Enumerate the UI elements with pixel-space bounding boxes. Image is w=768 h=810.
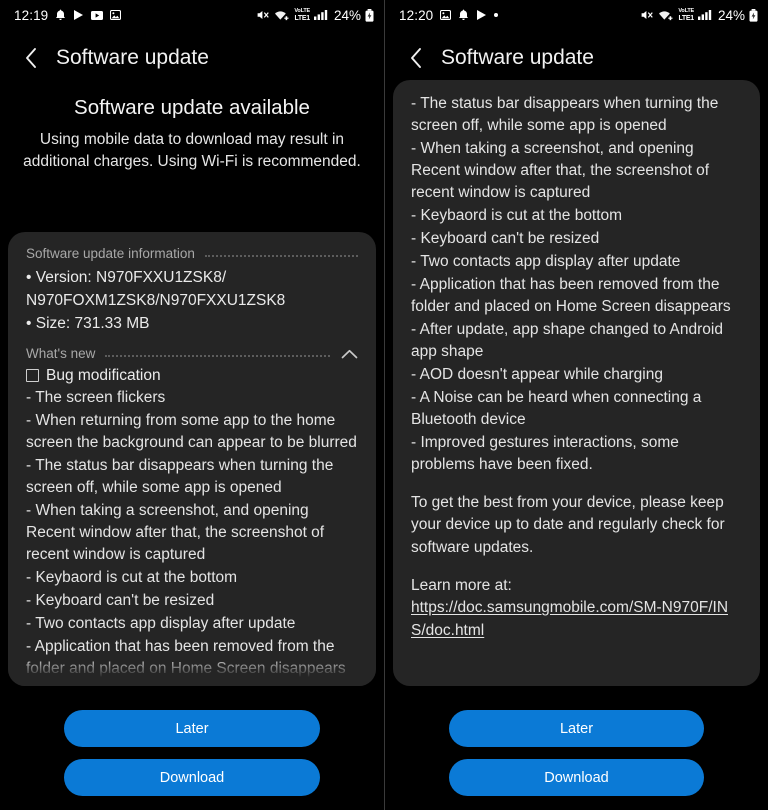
hero-section: Software update available Using mobile d… <box>0 96 384 173</box>
dual-screenshot-container: 12:19 VoLTE LTE1 24% Software update Sof… <box>0 0 768 810</box>
lte1-label: LTE1 <box>678 14 694 22</box>
wifi-icon <box>274 9 289 21</box>
page-title: Software update <box>441 46 594 69</box>
info-line: • Size: 731.33 MB <box>26 315 150 333</box>
back-button[interactable] <box>399 41 433 75</box>
chevron-up-icon <box>341 349 358 359</box>
closing-paragraph: To get the best from your device, please… <box>411 494 725 556</box>
dot-icon <box>494 13 499 17</box>
status-bar-clock: 12:20 <box>399 7 434 23</box>
changelog-item: - After update, app shape changed to And… <box>411 321 723 360</box>
mute-icon <box>640 9 654 21</box>
software-update-information-header: Software update information <box>26 246 358 261</box>
changelog-item: - Application that has been removed from… <box>411 276 731 315</box>
status-bar-left-group: 12:20 <box>399 8 640 23</box>
changelog-item: - Improved gestures interactions, some p… <box>411 434 679 473</box>
chevron-left-icon <box>26 48 36 68</box>
whats-new-header[interactable]: What's new <box>26 346 358 361</box>
mute-icon <box>256 9 270 21</box>
update-details-card: Software update information • Version: N… <box>8 232 376 686</box>
hero-subtitle: Using mobile data to download may result… <box>23 131 361 170</box>
changelog-item: - When returning from some app to the ho… <box>26 412 357 452</box>
battery-charging-icon <box>365 8 374 22</box>
info-line: • Version: N970FXXU1ZSK8/ <box>26 269 227 286</box>
changelog-item: - Keyboard can't be resized <box>411 230 600 247</box>
changelog-item: - Two contacts app display after update <box>26 615 296 633</box>
changelog-item: - A Noise can be heard when connecting a… <box>411 389 702 428</box>
lte1-label: LTE1 <box>294 14 310 22</box>
bug-modification-row: Bug modification <box>26 365 358 386</box>
changelog-item: - Keybaord is cut at the bottom <box>411 207 623 224</box>
later-button[interactable]: Later <box>449 710 704 747</box>
checkbox-icon <box>26 369 39 383</box>
volte-lte1-icon: VoLTE LTE1 <box>294 7 310 22</box>
changelog-item: - The screen flickers <box>26 389 166 407</box>
wifi-icon <box>658 9 673 21</box>
volte-lte1-icon: VoLTE LTE1 <box>678 7 694 22</box>
dotted-divider <box>105 354 330 357</box>
image-icon <box>440 10 452 20</box>
dotted-divider <box>204 254 358 257</box>
learn-more-link[interactable]: https://doc.samsungmobile.com/SM-N970F/I… <box>411 599 728 638</box>
learn-more-block: Learn more at: https://doc.samsungmobile… <box>411 575 742 642</box>
status-bar-clock: 12:19 <box>14 7 49 23</box>
video-icon <box>91 10 104 20</box>
play-store-icon <box>476 9 487 21</box>
collapse-toggle[interactable] <box>340 349 358 359</box>
changelog-item: - Keybaord is cut at the bottom <box>26 569 238 587</box>
status-bar-left: 12:19 VoLTE LTE1 24% <box>0 0 384 30</box>
changelog-item: - AOD doesn't appear while charging <box>411 366 663 383</box>
changelog-item: - The status bar disappears when turning… <box>411 95 719 134</box>
hero-title: Software update available <box>74 96 310 119</box>
play-store-icon <box>73 9 84 21</box>
chevron-left-icon <box>411 48 421 68</box>
phone-screen-right: 12:20 VoLTE LTE1 24% Software update - T… <box>384 0 768 810</box>
status-bar-left-group: 12:19 <box>14 8 256 23</box>
action-buttons-left: Later Download <box>0 710 384 796</box>
whats-new-label: What's new <box>26 346 96 362</box>
learn-more-label: Learn more at: <box>411 576 512 594</box>
app-bar-left: Software update <box>0 30 384 86</box>
changelog-item: - Two contacts app display after update <box>411 253 681 270</box>
download-button[interactable]: Download <box>64 759 320 796</box>
volte-label: VoLTE <box>678 7 694 14</box>
info-line: N970FOXM1ZSK8/N970FXXU1ZSK8 <box>26 292 286 310</box>
status-bar-right-group: VoLTE LTE1 24% <box>256 8 374 23</box>
app-bar-right: Software update <box>385 30 768 86</box>
battery-percent-label: 24% <box>717 7 745 23</box>
bell-icon <box>458 9 469 21</box>
update-details-card: - The status bar disappears when turning… <box>393 80 760 686</box>
phone-screen-left: 12:19 VoLTE LTE1 24% Software update Sof… <box>0 0 384 810</box>
back-button[interactable] <box>14 41 48 75</box>
action-buttons-right: Later Download <box>385 710 768 796</box>
battery-percent-label: 24% <box>333 7 361 23</box>
volte-label: VoLTE <box>294 7 310 14</box>
changelog-item: - Application that has been removed from… <box>26 638 346 678</box>
status-bar-right-group: VoLTE LTE1 24% <box>640 8 758 23</box>
bug-modification-label: Bug modification <box>46 367 161 385</box>
page-title: Software update <box>56 46 209 69</box>
battery-charging-icon <box>749 8 758 22</box>
section-label: Software update information <box>26 246 195 261</box>
later-button[interactable]: Later <box>64 710 320 747</box>
changelog-item: - Keyboard can't be resized <box>26 592 215 610</box>
download-button[interactable]: Download <box>449 759 704 796</box>
signal-bars-icon <box>313 9 328 21</box>
changelog-item: - When taking a screenshot, and opening … <box>411 140 710 201</box>
signal-bars-icon <box>697 9 712 21</box>
changelog-item: - When taking a screenshot, and opening … <box>26 502 325 564</box>
image-icon <box>110 10 122 20</box>
changelog-item: - The status bar disappears when turning… <box>26 457 334 497</box>
bell-icon <box>55 9 66 21</box>
status-bar-right: 12:20 VoLTE LTE1 24% <box>385 0 768 30</box>
